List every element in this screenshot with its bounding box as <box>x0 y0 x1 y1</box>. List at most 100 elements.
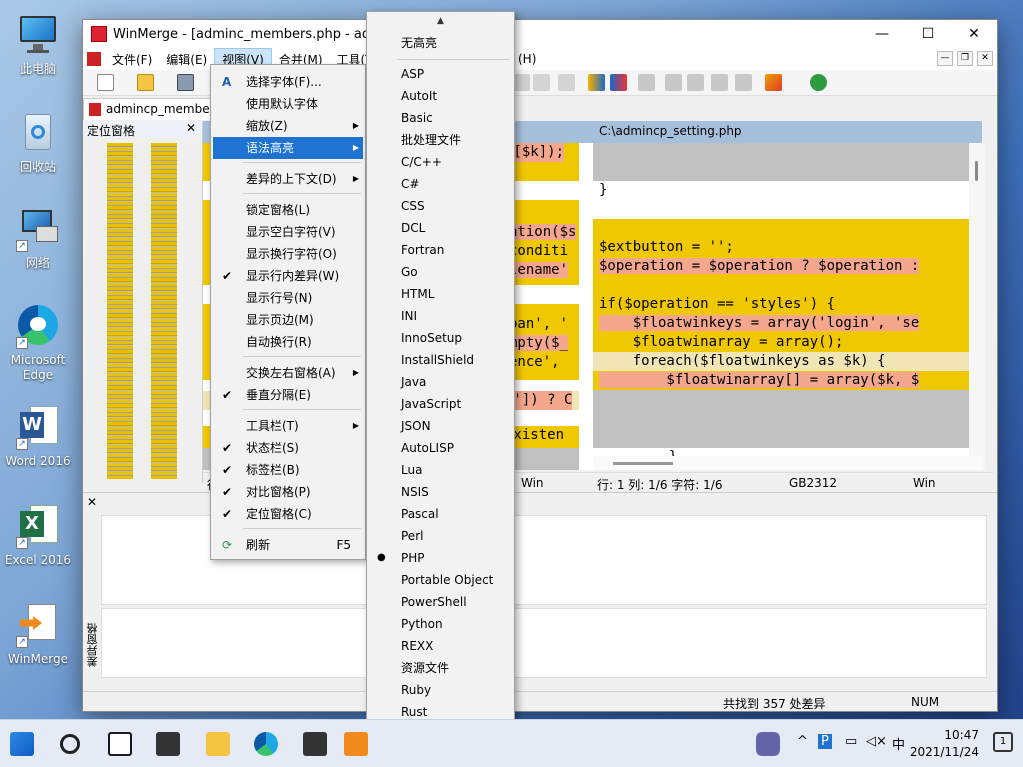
menu-item-default-font[interactable]: 使用默认字体 <box>213 93 363 115</box>
scroll-up-icon[interactable]: ▲ <box>367 16 514 26</box>
menu-item-word-wrap[interactable]: 自动换行(R) <box>213 331 363 353</box>
desktop-icon-network[interactable]: ↗ 网络 <box>4 206 72 271</box>
task-view-icon[interactable] <box>108 732 132 756</box>
menu-help[interactable]: (H) <box>511 50 543 68</box>
right-vertical-scrollbar[interactable] <box>969 143 985 470</box>
syntax-item[interactable]: C/C++ <box>369 151 512 173</box>
menu-file[interactable]: 文件(F) <box>105 49 159 70</box>
syntax-item[interactable]: AutoIt <box>369 85 512 107</box>
widgets-icon[interactable] <box>156 732 180 756</box>
syntax-item[interactable]: InstallShield <box>369 349 512 371</box>
refresh-icon[interactable] <box>810 74 827 91</box>
syntax-item[interactable]: Portable Object <box>369 569 512 591</box>
syntax-item[interactable]: Go <box>369 261 512 283</box>
volume-icon[interactable]: ◁× <box>866 734 887 749</box>
menu-item-diff-pane[interactable]: ✔ 对比窗格(P) <box>213 481 363 503</box>
location-bar-right[interactable] <box>151 143 177 479</box>
tray-chevron-icon[interactable]: ^ <box>797 734 808 749</box>
merge-icon[interactable] <box>513 74 530 91</box>
desktop-icon-excel[interactable]: X ↗ Excel 2016 <box>4 503 72 568</box>
previous-icon[interactable] <box>687 74 704 91</box>
syntax-item[interactable]: C# <box>369 173 512 195</box>
all-diffs-icon[interactable] <box>638 74 655 91</box>
open-folder-icon[interactable] <box>137 74 154 91</box>
syntax-item[interactable]: Java <box>369 371 512 393</box>
copy-right-icon[interactable] <box>558 74 575 91</box>
syntax-item[interactable]: ● PHP <box>369 547 512 569</box>
syntax-item[interactable]: Python <box>369 613 512 635</box>
menu-item-zoom[interactable]: 缩放(Z) ▶ <box>213 115 363 137</box>
desktop-icon-recycle-bin[interactable]: 回收站 <box>4 110 72 175</box>
syntax-item[interactable]: Ruby <box>369 679 512 701</box>
scroll-thumb[interactable] <box>975 161 978 181</box>
menu-item-show-line-diffs[interactable]: ✔ 显示行内差异(W) <box>213 265 363 287</box>
mdi-restore-button[interactable]: ❐ <box>957 51 973 66</box>
location-bar-left[interactable] <box>107 143 133 479</box>
menu-item-select-font[interactable]: A 选择字体(F)... <box>213 71 363 93</box>
menu-edit[interactable]: 编辑(E) <box>159 49 214 70</box>
desktop-icon-this-pc[interactable]: 此电脑 <box>4 12 72 77</box>
mdi-close-button[interactable]: ✕ <box>977 51 993 66</box>
title-bar[interactable]: WinMerge - [adminc_members.php - adm — ☐… <box>83 20 997 48</box>
next-diff-icon[interactable] <box>588 74 605 91</box>
menu-item-swap-panes[interactable]: 交换左右窗格(A) ▶ <box>213 362 363 384</box>
menu-item-diff-context[interactable]: 差异的上下文(D) ▶ <box>213 168 363 190</box>
menu-item-show-line-numbers[interactable]: 显示行号(N) <box>213 287 363 309</box>
menu-item-show-whitespace[interactable]: 显示空白字符(V) <box>213 221 363 243</box>
start-icon[interactable] <box>10 732 34 756</box>
syntax-item[interactable]: 批处理文件 <box>369 129 512 151</box>
mdi-minimize-button[interactable]: — <box>937 51 953 66</box>
file-explorer-icon[interactable] <box>206 732 230 756</box>
syntax-item[interactable]: ASP <box>369 63 512 85</box>
right-code-pane[interactable]: } $extbutton = ''; $operation = $operati… <box>593 143 985 470</box>
edge-icon[interactable] <box>254 732 278 756</box>
scroll-thumb[interactable] <box>613 462 673 465</box>
syntax-item[interactable]: 资源文件 <box>369 657 512 679</box>
search-icon[interactable] <box>60 734 80 754</box>
menu-item-toolbar[interactable]: 工具栏(T) ▶ <box>213 415 363 437</box>
last-diff-icon[interactable] <box>735 74 752 91</box>
syntax-item[interactable]: INI <box>369 305 512 327</box>
syntax-item[interactable]: Fortran <box>369 239 512 261</box>
options-icon[interactable] <box>765 74 782 91</box>
menu-item-refresh[interactable]: ⟳ 刷新 F5 <box>213 534 363 556</box>
syntax-item[interactable]: REXX <box>369 635 512 657</box>
menu-item-lock-panes[interactable]: 锁定窗格(L) <box>213 199 363 221</box>
syntax-item[interactable]: JavaScript <box>369 393 512 415</box>
menu-item-syntax-highlight[interactable]: 语法高亮 ▶ <box>213 137 363 159</box>
menu-item-show-eol[interactable]: 显示换行字符(O) <box>213 243 363 265</box>
diff-pane-right[interactable] <box>101 608 987 678</box>
store-icon[interactable] <box>303 732 327 756</box>
winmerge-taskbar-icon[interactable] <box>344 732 368 756</box>
close-icon[interactable]: ✕ <box>87 495 97 509</box>
syntax-item[interactable]: NSIS <box>369 481 512 503</box>
network-icon[interactable]: ▭ <box>845 734 857 749</box>
pinyin-ime-icon[interactable]: P <box>818 734 832 749</box>
syntax-item[interactable]: Pascal <box>369 503 512 525</box>
syntax-item[interactable]: Perl <box>369 525 512 547</box>
syntax-item[interactable]: JSON <box>369 415 512 437</box>
menu-item-status-bar[interactable]: ✔ 状态栏(S) <box>213 437 363 459</box>
close-button[interactable]: ✕ <box>951 20 997 48</box>
teams-icon[interactable] <box>756 732 780 756</box>
syntax-item[interactable]: CSS <box>369 195 512 217</box>
syntax-item[interactable]: Lua <box>369 459 512 481</box>
menu-item-tab-bar[interactable]: ✔ 标签栏(B) <box>213 459 363 481</box>
syntax-item[interactable]: HTML <box>369 283 512 305</box>
new-file-icon[interactable] <box>97 74 114 91</box>
desktop-icon-edge[interactable]: ↗ Microsoft Edge <box>4 303 72 383</box>
copy-left-icon[interactable] <box>533 74 550 91</box>
menu-item-vertical-split[interactable]: ✔ 垂直分隔(E) <box>213 384 363 406</box>
syntax-item[interactable]: PowerShell <box>369 591 512 613</box>
desktop-icon-word[interactable]: W ↗ Word 2016 <box>4 404 72 469</box>
right-horizontal-scrollbar[interactable] <box>593 456 983 470</box>
next-icon[interactable] <box>711 74 728 91</box>
save-icon[interactable] <box>177 74 194 91</box>
maximize-button[interactable]: ☐ <box>905 20 951 48</box>
desktop-icon-winmerge[interactable]: ↗ WinMerge <box>4 602 72 667</box>
minimize-button[interactable]: — <box>859 20 905 48</box>
ime-mode-icon[interactable]: 中 <box>892 734 905 753</box>
syntax-item[interactable]: Basic <box>369 107 512 129</box>
syntax-item[interactable]: DCL <box>369 217 512 239</box>
syntax-item[interactable]: 无高亮 <box>369 32 512 54</box>
